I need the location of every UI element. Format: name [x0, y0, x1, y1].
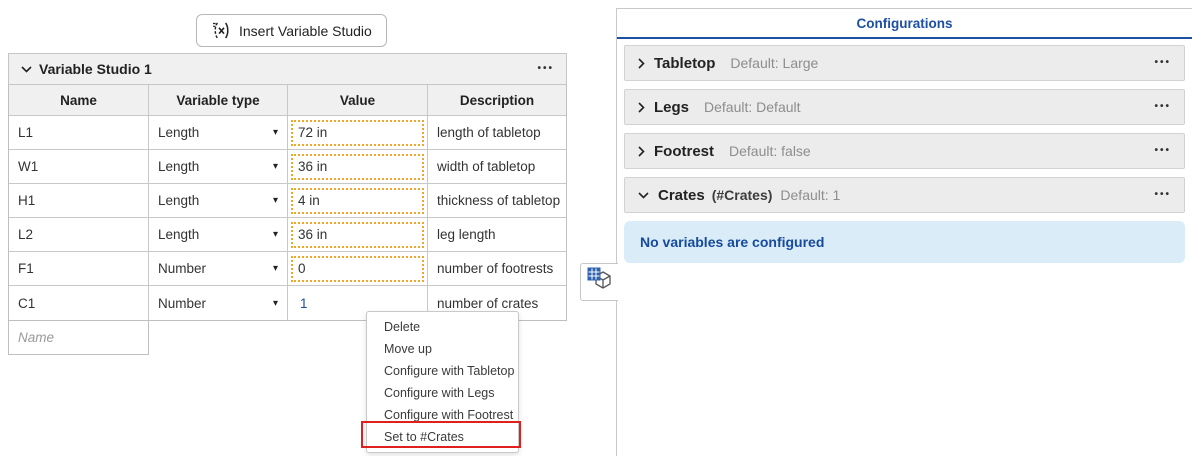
app-window: Insert Variable Studio Variable Studio 1… — [0, 0, 1192, 456]
column-header-name: Name — [9, 85, 149, 115]
variable-description-cell[interactable]: width of tabletop — [428, 150, 566, 183]
config-name: Tabletop — [654, 55, 715, 72]
variable-description-cell[interactable]: length of tabletop — [428, 116, 566, 149]
variable-name-cell[interactable]: L1 — [9, 116, 149, 149]
menu-item-configure-legs[interactable]: Configure with Legs — [367, 382, 518, 404]
variables-table: Name Variable type Value Description L1 … — [8, 85, 567, 321]
dropdown-caret-icon: ▾ — [273, 298, 278, 309]
table-row: L2 Length ▾ 36 in leg length — [9, 218, 566, 252]
variable-value-field[interactable]: 36 in — [291, 154, 424, 180]
variable-value-field[interactable]: 72 in — [291, 120, 424, 146]
column-header-value: Value — [288, 85, 428, 115]
no-variables-info-box: No variables are configured — [624, 221, 1185, 263]
variable-value-field[interactable]: 36 in — [291, 222, 424, 248]
variable-value-cell: 0 — [288, 252, 428, 285]
variable-description-cell[interactable]: thickness of tabletop — [428, 184, 566, 217]
overflow-menu-button[interactable]: ••• — [1154, 146, 1171, 156]
variable-studio-panel: Variable Studio 1 ••• Name Variable type… — [8, 53, 567, 355]
menu-item-configure-tabletop[interactable]: Configure with Tabletop — [367, 360, 518, 382]
panel-title: Variable Studio 1 — [39, 61, 152, 77]
column-header-description: Description — [428, 85, 566, 115]
menu-item-set-to-crates[interactable]: Set to #Crates — [367, 426, 518, 448]
chevron-down-icon — [21, 66, 32, 73]
variable-studio-icon — [211, 21, 232, 40]
no-variables-message: No variables are configured — [640, 234, 824, 250]
config-name: Footrest — [654, 143, 714, 160]
configurations-header: Configurations — [617, 9, 1192, 39]
config-default-label: Default: false — [729, 143, 811, 159]
menu-item-configure-footrest[interactable]: Configure with Footrest — [367, 404, 518, 426]
variable-description-cell[interactable]: number of footrests — [428, 252, 566, 285]
chevron-down-icon — [638, 192, 649, 199]
menu-item-delete[interactable]: Delete — [367, 316, 518, 338]
config-name: Legs — [654, 99, 689, 116]
new-variable-name-input[interactable] — [9, 330, 148, 345]
variable-value-cell: 36 in — [288, 150, 428, 183]
variable-type-select[interactable]: Number ▾ — [149, 286, 288, 320]
insert-variable-studio-button[interactable]: Insert Variable Studio — [196, 14, 387, 47]
config-row-legs[interactable]: Legs Default: Default ••• — [624, 89, 1185, 125]
config-default-label: Default: 1 — [780, 187, 840, 203]
overflow-menu-button[interactable]: ••• — [1154, 102, 1171, 112]
variable-type-select[interactable]: Length ▾ — [149, 116, 288, 149]
configured-part-icon — [586, 266, 613, 298]
variable-value-cell: 36 in — [288, 218, 428, 251]
variable-description-cell[interactable]: leg length — [428, 218, 566, 251]
column-header-type: Variable type — [149, 85, 288, 115]
config-row-tabletop[interactable]: Tabletop Default: Large ••• — [624, 45, 1185, 81]
table-row: H1 Length ▾ 4 in thickness of tabletop — [9, 184, 566, 218]
variable-studio-header[interactable]: Variable Studio 1 ••• — [8, 53, 567, 85]
variable-name-cell[interactable]: F1 — [9, 252, 149, 285]
context-menu: Delete Move up Configure with Tabletop C… — [366, 311, 519, 453]
chevron-right-icon — [638, 146, 645, 157]
config-name: Crates — [658, 187, 705, 204]
variable-value-field[interactable]: 4 in — [291, 188, 424, 214]
table-row: W1 Length ▾ 36 in width of tabletop — [9, 150, 566, 184]
new-variable-row — [8, 321, 149, 355]
configurations-panel: Configurations Tabletop Default: Large •… — [616, 8, 1192, 456]
menu-item-move-up[interactable]: Move up — [367, 338, 518, 360]
variable-value-field[interactable]: 0 — [291, 256, 424, 282]
configuration-panel-tab[interactable] — [580, 263, 618, 301]
config-row-footrest[interactable]: Footrest Default: false ••• — [624, 133, 1185, 169]
insert-button-label: Insert Variable Studio — [239, 23, 372, 39]
variable-name-cell[interactable]: C1 — [9, 286, 149, 320]
variable-value-cell: 72 in — [288, 116, 428, 149]
dropdown-caret-icon: ▾ — [273, 161, 278, 172]
table-row: L1 Length ▾ 72 in length of tabletop — [9, 116, 566, 150]
dropdown-caret-icon: ▾ — [273, 229, 278, 240]
dropdown-caret-icon: ▾ — [273, 263, 278, 274]
config-badge: (#Crates) — [712, 187, 773, 203]
configurations-title: Configurations — [857, 16, 953, 31]
variable-type-select[interactable]: Number ▾ — [149, 252, 288, 285]
table-header-row: Name Variable type Value Description — [9, 85, 566, 116]
variable-value-cell: 4 in — [288, 184, 428, 217]
variable-value-linked[interactable]: 1 — [291, 296, 308, 311]
chevron-right-icon — [638, 58, 645, 69]
config-default-label: Default: Large — [730, 55, 818, 71]
variable-type-select[interactable]: Length ▾ — [149, 218, 288, 251]
variable-type-select[interactable]: Length ▾ — [149, 150, 288, 183]
variable-name-cell[interactable]: H1 — [9, 184, 149, 217]
overflow-menu-button[interactable]: ••• — [537, 64, 554, 74]
variable-name-cell[interactable]: W1 — [9, 150, 149, 183]
table-row: F1 Number ▾ 0 number of footrests — [9, 252, 566, 286]
overflow-menu-button[interactable]: ••• — [1154, 58, 1171, 68]
overflow-menu-button[interactable]: ••• — [1154, 190, 1171, 200]
variable-type-select[interactable]: Length ▾ — [149, 184, 288, 217]
config-row-crates[interactable]: Crates (#Crates) Default: 1 ••• — [624, 177, 1185, 213]
chevron-right-icon — [638, 102, 645, 113]
dropdown-caret-icon: ▾ — [273, 127, 278, 138]
config-default-label: Default: Default — [704, 99, 801, 115]
variable-name-cell[interactable]: L2 — [9, 218, 149, 251]
dropdown-caret-icon: ▾ — [273, 195, 278, 206]
